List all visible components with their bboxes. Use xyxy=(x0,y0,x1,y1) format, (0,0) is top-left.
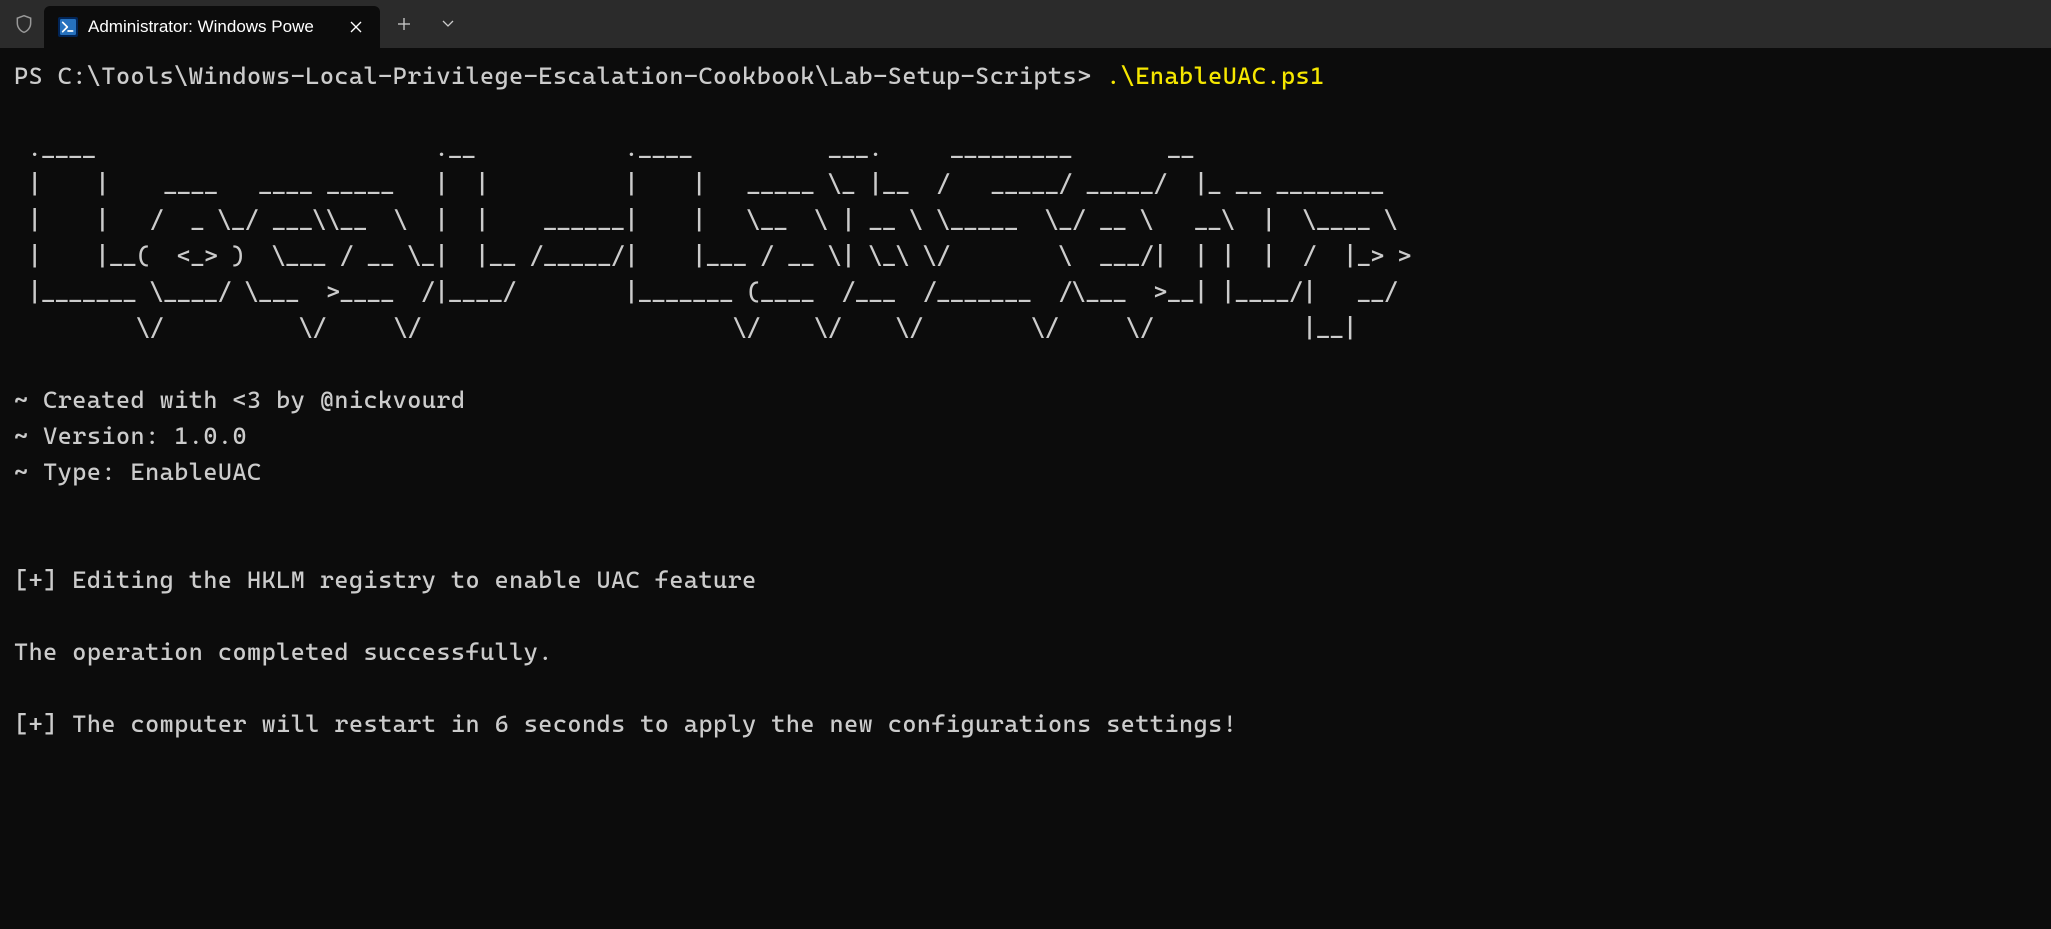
tab-close-button[interactable] xyxy=(344,15,368,39)
terminal-content[interactable]: PS C:\Tools\Windows-Local-Privilege-Esca… xyxy=(0,48,2051,752)
powershell-icon xyxy=(58,17,78,37)
command-text: .\EnableUAC.ps1 xyxy=(1106,62,1324,90)
tab-title: Administrator: Windows Powe xyxy=(88,17,314,37)
tab-dropdown-button[interactable] xyxy=(428,6,468,42)
success-message: The operation completed successfully. xyxy=(14,638,553,666)
meta-type: ~ Type: EnableUAC xyxy=(14,458,262,486)
ascii-banner: .____ .__ .____ ___. _________ __ | | __… xyxy=(14,134,1425,342)
titlebar-actions xyxy=(384,6,468,42)
admin-shield-icon xyxy=(14,12,34,36)
meta-version: ~ Version: 1.0.0 xyxy=(14,422,247,450)
action-message: [+] Editing the HKLM registry to enable … xyxy=(14,566,757,594)
window-titlebar: Administrator: Windows Powe xyxy=(0,0,2051,48)
restart-message: [+] The computer will restart in 6 secon… xyxy=(14,710,1237,738)
prompt-text: PS C:\Tools\Windows-Local-Privilege-Esca… xyxy=(14,62,1106,90)
new-tab-button[interactable] xyxy=(384,6,424,42)
meta-created: ~ Created with <3 by @nickvourd xyxy=(14,386,465,414)
active-tab[interactable]: Administrator: Windows Powe xyxy=(44,6,380,48)
